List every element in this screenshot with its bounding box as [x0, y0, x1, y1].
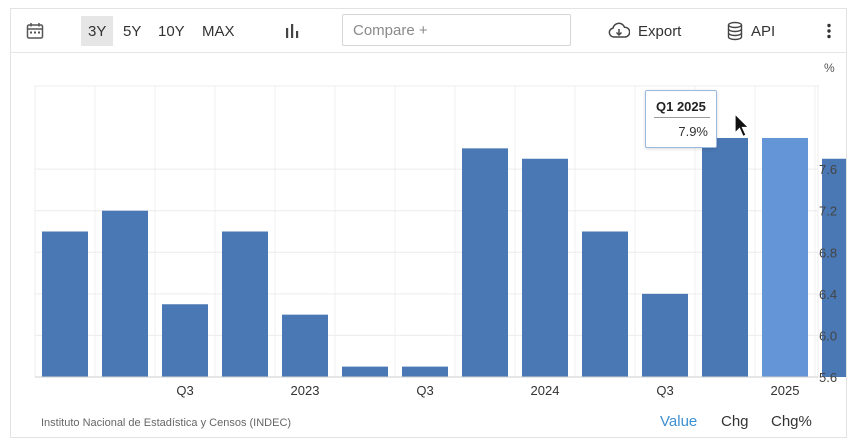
x-tick-label: Q3 [416, 383, 433, 398]
y-tick-label: 6.8 [819, 245, 837, 260]
source-label: Instituto Nacional de Estadística y Cens… [41, 417, 292, 429]
x-tick-label: Q3 [656, 383, 673, 398]
y-tick-label: 5.6 [819, 370, 837, 385]
mouse-pointer-icon [734, 112, 750, 144]
bar [822, 158, 846, 377]
y-unit-label: % [824, 61, 835, 75]
bar-chart: 5.6 6.0 6.4 6.8 7.2 7.6% Q3 2023 Q3 2024 Q3 2025 [34, 61, 846, 398]
tooltip-title: Q1 2025 [656, 99, 706, 114]
chart-widget: 3Y 5Y 10Y MAX Compare + Export API 5.6 6… [10, 8, 847, 438]
bar [402, 366, 448, 377]
bar [642, 293, 688, 377]
bar [582, 231, 628, 377]
bar [702, 137, 748, 377]
bar [462, 148, 508, 377]
bar [222, 231, 268, 377]
x-tick-label: Q3 [176, 383, 193, 398]
bar [102, 210, 148, 377]
bar [762, 137, 808, 377]
x-tick-label: 2025 [771, 383, 800, 398]
bar [282, 314, 328, 377]
x-tick-label: 2024 [531, 383, 560, 398]
x-tick-label: 2023 [291, 383, 320, 398]
tooltip-value: 7.9% [678, 124, 708, 139]
y-tick-label: 6.4 [819, 287, 837, 302]
tab-chg-percent[interactable]: Chg% [771, 413, 812, 430]
bar [522, 158, 568, 377]
tab-value[interactable]: Value [660, 413, 697, 430]
tooltip-divider [654, 117, 710, 118]
y-tick-label: 7.2 [819, 204, 837, 219]
tab-chg[interactable]: Chg [721, 413, 749, 430]
y-tick-label: 6.0 [819, 328, 837, 343]
bar [42, 231, 88, 377]
tooltip: Q1 2025 7.9% [645, 90, 717, 148]
bar [162, 304, 208, 377]
bars [42, 137, 846, 377]
y-tick-label: 7.6 [819, 162, 837, 177]
bar [342, 366, 388, 377]
